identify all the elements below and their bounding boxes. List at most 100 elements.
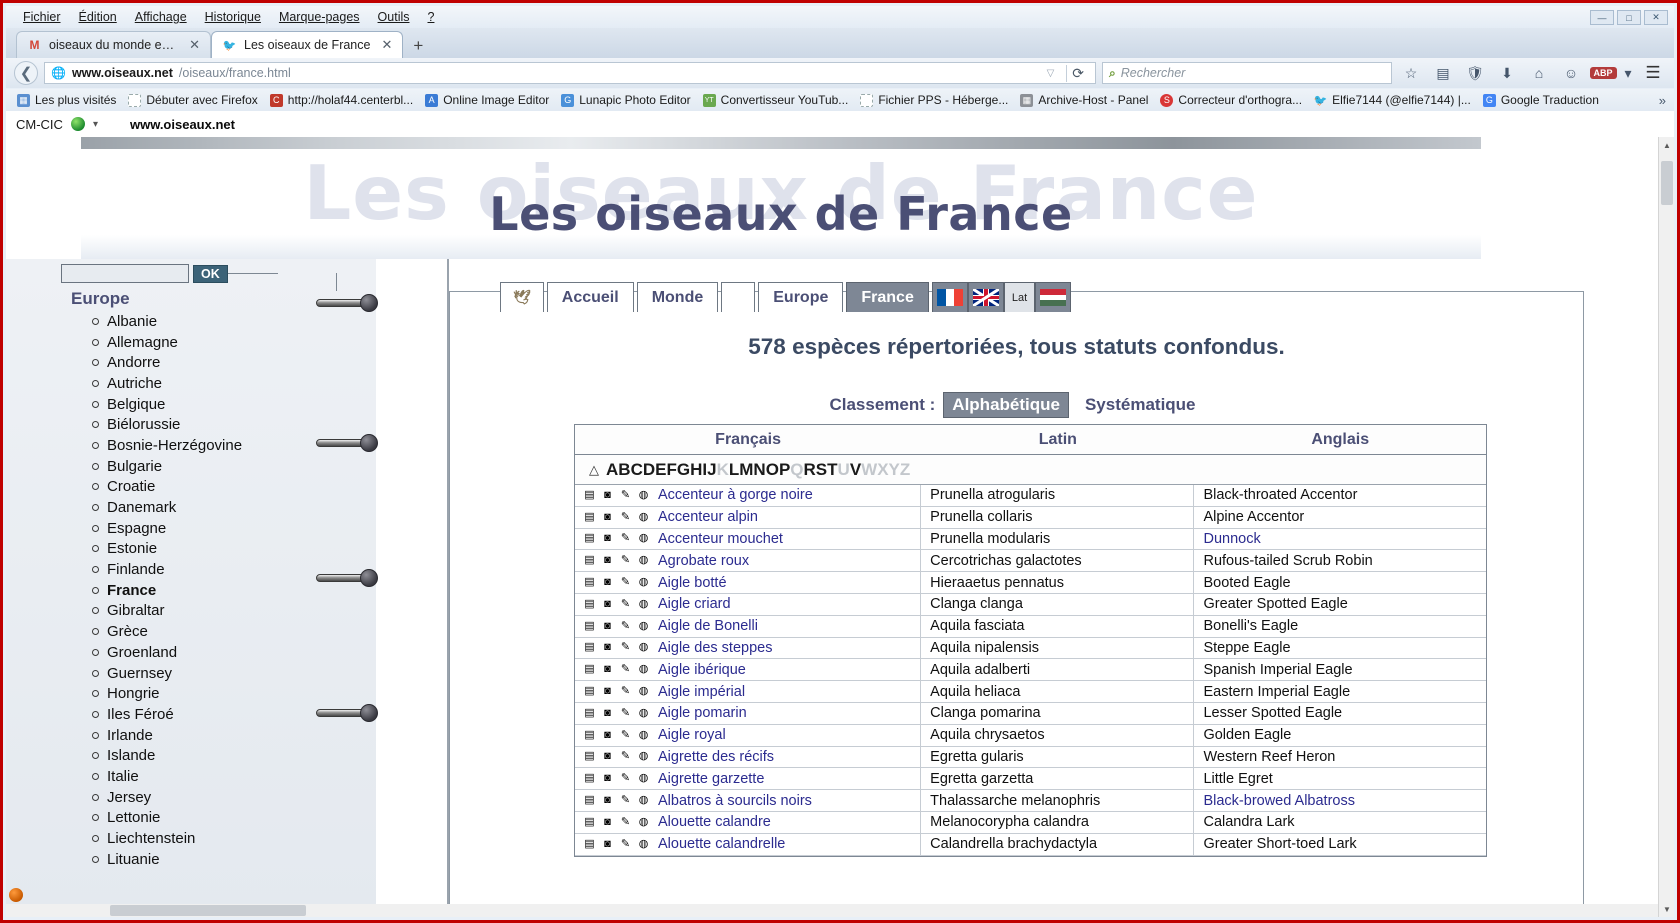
site-tab-blank[interactable] [721,282,756,312]
column-header-anglais[interactable]: Anglais [1194,431,1486,449]
menu-marque-pages[interactable]: Marque-pages [270,8,369,26]
globe-icon[interactable]: ◍ [637,620,650,633]
column-header-latin[interactable]: Latin [921,431,1194,449]
hscrollbar-thumb[interactable] [110,905,306,916]
camera-icon[interactable]: ◙ [601,729,614,742]
globe-icon[interactable]: ◍ [637,816,650,829]
alpha-letter-C[interactable]: C [631,460,643,479]
camera-icon[interactable]: ◙ [601,641,614,654]
alpha-letter-T[interactable]: T [827,460,837,479]
camera-icon[interactable]: ◙ [601,532,614,545]
latin-tab[interactable]: Lat [1003,282,1036,312]
pencil-icon[interactable]: ✎ [619,511,632,524]
sort-triangle-icon[interactable]: △ [589,462,599,478]
sheet-icon[interactable]: ▤ [583,750,596,763]
site-tab-france[interactable]: France [846,282,929,312]
sheet-icon[interactable]: ▤ [583,641,596,654]
hamburger-icon[interactable]: ☰ [1640,61,1666,85]
sheet-icon[interactable]: ▤ [583,554,596,567]
globe-icon[interactable]: ◍ [637,838,650,851]
species-link-fr[interactable]: Accenteur à gorge noire [658,487,813,503]
bookmark-item[interactable]: A Online Image Editor [420,91,554,109]
chevron-down-icon[interactable]: ▽ [1041,68,1061,79]
globe-icon[interactable]: ◍ [637,641,650,654]
alpha-letter-A[interactable]: A [606,460,618,479]
species-link-en[interactable]: Dunnock [1203,531,1260,547]
adblock-button[interactable]: ABP [1589,61,1617,85]
bookmark-item[interactable]: YT Convertisseur YouTub... [698,91,854,109]
hungarian-flag-tab[interactable] [1035,282,1072,312]
pencil-icon[interactable]: ✎ [619,685,632,698]
pencil-icon[interactable]: ✎ [619,598,632,611]
camera-icon[interactable]: ◙ [601,794,614,807]
chevron-down-icon[interactable]: ▾ [1622,61,1634,85]
camera-icon[interactable]: ◙ [601,554,614,567]
maximize-button[interactable]: □ [1617,10,1641,25]
page-scrollbar[interactable]: ▲ ▼ [1658,137,1674,917]
pencil-icon[interactable]: ✎ [619,554,632,567]
species-link-fr[interactable]: Agrobate roux [658,553,749,569]
globe-icon[interactable]: ◍ [637,772,650,785]
horizontal-scrollbar[interactable] [6,904,1658,917]
pencil-icon[interactable]: ✎ [619,816,632,829]
bookmark-item[interactable]: S Correcteur d'orthogra... [1155,91,1307,109]
species-link-fr[interactable]: Aigle pomarin [658,705,747,721]
site-tab-accueil[interactable]: Accueil [546,282,634,312]
alpha-letter-R[interactable]: R [804,460,816,479]
chevron-down-icon[interactable]: ▾ [93,119,98,130]
species-link-fr[interactable]: Aigle des steppes [658,640,772,656]
pencil-icon[interactable]: ✎ [619,576,632,589]
pencil-icon[interactable]: ✎ [619,794,632,807]
bookmark-item[interactable]: Chttp://holaf44.centerbl... [265,91,418,109]
cmcic-label[interactable]: CM-CIC [16,117,63,132]
camera-icon[interactable]: ◙ [601,598,614,611]
camera-icon[interactable]: ◙ [601,511,614,524]
bookmark-item[interactable]: 🐦 Elfie7144 (@elfie7144) |... [1309,91,1476,109]
globe-icon[interactable]: ◍ [637,576,650,589]
camera-icon[interactable]: ◙ [601,838,614,851]
bookmark-item[interactable]: G Google Traduction [1478,91,1604,109]
camera-icon[interactable]: ◙ [601,772,614,785]
pencil-icon[interactable]: ✎ [619,838,632,851]
chat-icon[interactable]: ☺ [1558,61,1584,85]
camera-icon[interactable]: ◙ [601,489,614,502]
alpha-letter-E[interactable]: E [655,460,666,479]
alpha-letter-G[interactable]: G [677,460,690,479]
globe-icon[interactable]: ◍ [637,794,650,807]
species-link-fr[interactable]: Aigle criard [658,596,731,612]
close-icon[interactable]: ✕ [381,37,392,53]
sheet-icon[interactable]: ▤ [583,511,596,524]
species-link-fr[interactable]: Albatros à sourcils noirs [658,793,812,809]
bookmark-item[interactable]: ▦ Archive-Host - Panel [1015,91,1153,109]
pencil-icon[interactable]: ✎ [619,663,632,676]
site-tab-logo[interactable]: 🕊 [500,282,544,312]
url-bar[interactable]: 🌐 www.oiseaux.net/oiseaux/france.html ▽ … [44,62,1096,84]
species-link-fr[interactable]: Accenteur alpin [658,509,758,525]
pencil-icon[interactable]: ✎ [619,641,632,654]
alpha-letter-F[interactable]: F [666,460,676,479]
globe-icon[interactable]: ◍ [637,554,650,567]
globe-icon[interactable]: ◍ [637,532,650,545]
sheet-icon[interactable]: ▤ [583,685,596,698]
reading-list-icon[interactable]: ▤ [1430,61,1456,85]
alpha-letter-J[interactable]: J [707,460,716,479]
site-bookmark-label[interactable]: www.oiseaux.net [130,117,235,132]
bookmarks-overflow-icon[interactable]: » [1659,93,1668,108]
sheet-icon[interactable]: ▤ [583,576,596,589]
ok-button[interactable]: OK [193,264,228,283]
globe-icon[interactable]: ◍ [637,685,650,698]
bookmark-item[interactable]: ▦ Les plus visités [12,91,121,109]
alpha-letter-S[interactable]: S [816,460,827,479]
alpha-letter-O[interactable]: O [766,460,779,479]
sheet-icon[interactable]: ▤ [583,816,596,829]
alpha-letter-N[interactable]: N [753,460,765,479]
camera-icon[interactable]: ◙ [601,685,614,698]
browser-tab-oiseaux[interactable]: 🐦 Les oiseaux de France ✕ [211,31,404,58]
cell-anglais[interactable]: Dunnock [1194,529,1486,550]
pencil-icon[interactable]: ✎ [619,707,632,720]
species-link-fr[interactable]: Aigle royal [658,727,726,743]
species-link-fr[interactable]: Alouette calandrelle [658,836,785,852]
camera-icon[interactable]: ◙ [601,750,614,763]
sheet-icon[interactable]: ▤ [583,838,596,851]
cell-anglais[interactable]: Black-browed Albatross [1194,790,1486,811]
